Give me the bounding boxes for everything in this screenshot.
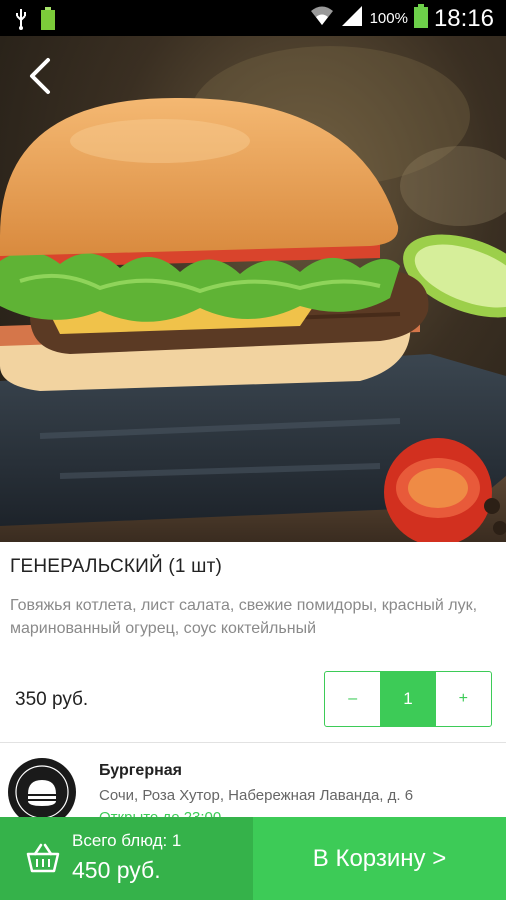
restaurant-address: Сочи, Роза Хутор, Набережная Лаванда, д.…: [99, 787, 414, 804]
cart-summary[interactable]: Всего блюд: 1 450 руб.: [0, 817, 253, 900]
battery-percent: 100%: [369, 10, 408, 27]
battery-icon: [413, 4, 428, 33]
burger-logo-icon: [9, 759, 75, 825]
cart-item-count: Всего блюд: 1: [72, 831, 182, 850]
usb-icon: [14, 8, 28, 35]
wifi-icon: [310, 5, 334, 32]
dish-photo: [0, 36, 506, 542]
basket-icon: [26, 843, 60, 873]
quantity-value: 1: [380, 672, 436, 726]
add-to-cart-button[interactable]: В Корзину >: [253, 817, 506, 900]
arrow-left-icon: [30, 58, 50, 94]
status-bar: 100% 18:16: [0, 0, 506, 36]
signal-icon: [340, 5, 364, 32]
back-button[interactable]: [22, 56, 62, 96]
clock: 18:16: [433, 4, 494, 32]
restaurant-name: Бургерная: [99, 762, 182, 779]
cart-total: 450 руб.: [72, 857, 161, 883]
battery-charging-icon: [40, 7, 56, 36]
increase-quantity-button[interactable]: +: [436, 672, 491, 726]
decrease-quantity-button[interactable]: –: [325, 672, 380, 726]
divider: [0, 742, 506, 743]
restaurant-logo: [8, 758, 76, 826]
dish-description: Говяжья котлета, лист салата, свежие пом…: [10, 597, 478, 637]
cart-bar: Всего блюд: 1 450 руб. В Корзину >: [0, 817, 506, 900]
burger-illustration: [0, 46, 506, 542]
dish-title: ГЕНЕРАЛЬСКИЙ (1 шт): [10, 556, 222, 577]
dish-price: 350 руб.: [15, 689, 89, 710]
quantity-stepper: – 1 +: [324, 671, 492, 727]
